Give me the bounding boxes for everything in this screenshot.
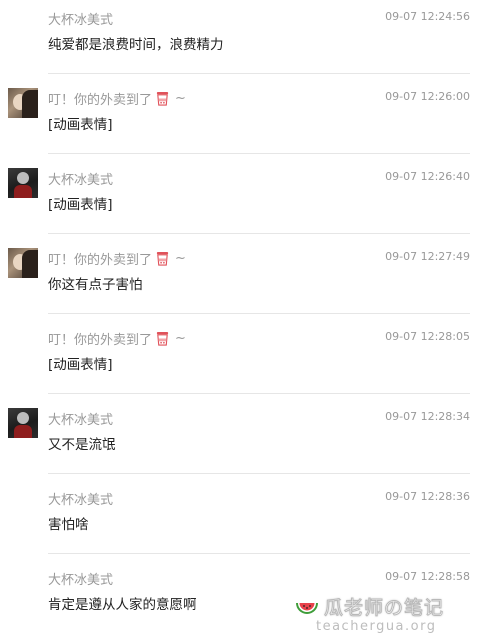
message-time: 09-07 12:28:34 [385, 410, 470, 423]
message-text: [动画表情] [48, 197, 113, 213]
delivery-avatar[interactable] [8, 88, 38, 118]
message-item[interactable]: 叮！你的外卖到了 ~ 09-07 12:27:49 你这有点子害怕 [0, 234, 479, 314]
message-item[interactable]: 大杯冰美式 09-07 12:24:56 纯爱都是浪费时间，浪费精力 [0, 0, 479, 74]
message-time: 09-07 12:28:58 [385, 570, 470, 583]
delivery-avatar[interactable] [8, 248, 38, 278]
message-text: 纯爱都是浪费时间，浪费精力 [48, 37, 224, 53]
sender-name: 叮！你的外卖到了 ~ [48, 329, 186, 348]
watermark-brand: 瓜老师の笔记 [323, 597, 445, 620]
message-item[interactable]: 大杯冰美式 09-07 12:26:40 [动画表情] [0, 154, 479, 234]
sender-suffix: ~ [175, 251, 186, 266]
message-item[interactable]: 大杯冰美式 09-07 12:28:36 害怕啥 [0, 474, 479, 554]
message-item[interactable]: 叮！你的外卖到了 ~ 09-07 12:28:05 [动画表情] [0, 314, 479, 394]
message-text: 害怕啥 [48, 517, 89, 533]
message-item[interactable]: 叮！你的外卖到了 ~ 09-07 12:26:00 [动画表情] [0, 74, 479, 154]
milk-tea-cup-icon [156, 251, 169, 266]
message-text: 肯定是遵从人家的意愿啊 [48, 597, 197, 613]
message-time: 09-07 12:28:05 [385, 330, 470, 343]
message-time: 09-07 12:26:40 [385, 170, 470, 183]
sender-suffix: ~ [175, 91, 186, 106]
sender-name: 叮！你的外卖到了 ~ [48, 249, 186, 268]
message-text: 又不是流氓 [48, 437, 116, 453]
sender-name: 大杯冰美式 [48, 409, 113, 428]
sender-name: 叮！你的外卖到了 ~ [48, 89, 186, 108]
sender-suffix: ~ [175, 331, 186, 346]
sender-name-text: 大杯冰美式 [48, 413, 114, 428]
message-time: 09-07 12:27:49 [385, 250, 470, 263]
sender-name-text: 叮！你的外卖到了 [48, 93, 153, 108]
sender-name-text: 大杯冰美式 [48, 13, 114, 28]
ice-americano-avatar[interactable] [8, 168, 38, 198]
watermark-url: teachergua.org [316, 619, 437, 634]
sender-name-text: 叮！你的外卖到了 [48, 253, 153, 268]
watermelon-icon [296, 603, 318, 614]
sender-name-text: 叮！你的外卖到了 [48, 333, 153, 348]
message-time: 09-07 12:26:00 [385, 90, 470, 103]
message-text: [动画表情] [48, 117, 113, 133]
message-time: 09-07 12:24:56 [385, 10, 470, 23]
milk-tea-cup-icon [156, 91, 169, 106]
chat-history-list: 大杯冰美式 09-07 12:24:56 纯爱都是浪费时间，浪费精力 叮！你的外… [0, 0, 479, 634]
sender-name: 大杯冰美式 [48, 489, 113, 508]
message-time: 09-07 12:28:36 [385, 490, 470, 503]
ice-americano-avatar[interactable] [8, 408, 38, 438]
message-text: 你这有点子害怕 [48, 277, 143, 293]
message-text: [动画表情] [48, 357, 113, 373]
sender-name-text: 大杯冰美式 [48, 173, 114, 188]
sender-name: 大杯冰美式 [48, 9, 113, 28]
sender-name-text: 大杯冰美式 [48, 573, 114, 588]
sender-name-text: 大杯冰美式 [48, 493, 114, 508]
sender-name: 大杯冰美式 [48, 569, 113, 588]
message-item[interactable]: 大杯冰美式 09-07 12:28:34 又不是流氓 [0, 394, 479, 474]
watermark: 瓜老师の笔记 teachergua.org [294, 592, 474, 636]
sender-name: 大杯冰美式 [48, 169, 113, 188]
milk-tea-cup-icon [156, 331, 169, 346]
